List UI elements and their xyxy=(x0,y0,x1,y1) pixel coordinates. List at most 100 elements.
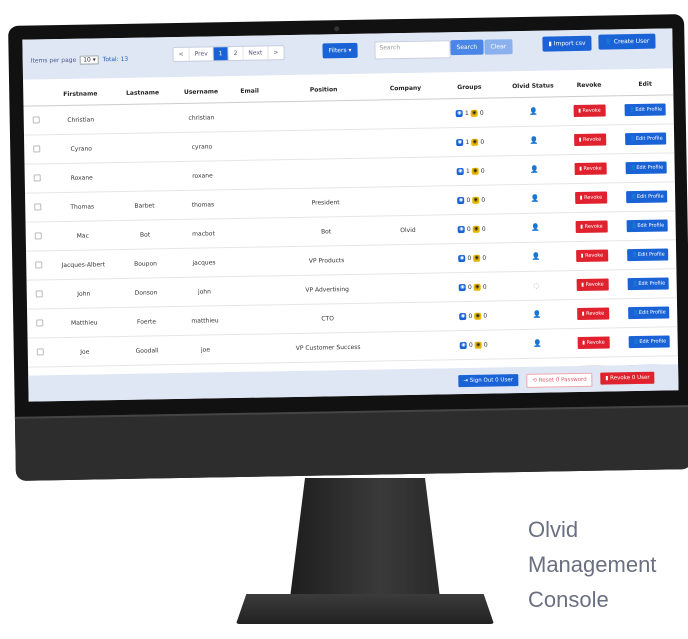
pager-page-2[interactable]: 2 xyxy=(228,46,244,61)
pager-next[interactable]: Next xyxy=(243,46,269,60)
cell-email xyxy=(231,188,273,219)
groups-badges: ◉0◉0 xyxy=(458,254,487,263)
col-username[interactable]: Username xyxy=(172,80,230,104)
revoke-button[interactable]: ▮ Revoke xyxy=(575,249,609,263)
status-active-icon: 👤 xyxy=(532,339,542,348)
cell-position xyxy=(270,99,378,131)
group-count-2: 0 xyxy=(483,312,488,320)
search-button[interactable]: Search xyxy=(450,39,484,56)
cell-email xyxy=(229,101,271,132)
group-count-1: 0 xyxy=(468,312,473,320)
status-active-icon: 👤 xyxy=(531,252,541,261)
cell-position xyxy=(271,157,379,189)
cell-revoke: ▮ Revoke xyxy=(564,269,621,300)
row-checkbox[interactable] xyxy=(33,144,41,153)
group-count-2: 0 xyxy=(482,254,487,262)
cell-company xyxy=(377,99,435,129)
revoke-users-button[interactable]: ▮ Revoke 0 User xyxy=(600,371,655,385)
cell-revoke: ▮ Revoke xyxy=(563,211,620,242)
items-per-page-select[interactable]: 10 ▾ xyxy=(80,55,99,65)
group-yellow-icon: ◉ xyxy=(474,312,482,320)
cell-username: joe xyxy=(176,334,235,365)
row-checkbox[interactable] xyxy=(35,289,43,297)
col-position[interactable]: Position xyxy=(269,77,378,102)
pager-last[interactable]: > xyxy=(268,46,283,59)
revoke-button[interactable]: ▮ Revoke xyxy=(577,336,610,350)
row-select xyxy=(23,105,49,136)
edit-profile-button[interactable]: 👤Edit Profile xyxy=(626,219,669,233)
revoke-button[interactable]: ▮ Revoke xyxy=(574,191,608,205)
col-lastname[interactable]: Lastname xyxy=(112,81,173,105)
revoke-button[interactable]: ▮ Revoke xyxy=(576,278,609,292)
pager-prev[interactable]: Prev xyxy=(189,47,214,61)
toolbar: Items per page 10 ▾ Total: 13 < Prev 1 2… xyxy=(22,28,673,80)
edit-profile-button[interactable]: 👤Edit Profile xyxy=(625,161,668,175)
pager-page-1[interactable]: 1 xyxy=(213,47,229,61)
row-checkbox[interactable] xyxy=(35,260,43,268)
search-input[interactable]: Search xyxy=(374,40,451,60)
cell-email xyxy=(231,217,273,248)
edit-profile-button[interactable]: 👤Edit Profile xyxy=(629,335,671,349)
camera xyxy=(334,26,340,32)
edit-label: Edit Profile xyxy=(638,280,666,287)
group-count-1: 1 xyxy=(464,109,469,117)
edit-profile-button[interactable]: 👤Edit Profile xyxy=(624,103,667,117)
groups-badges: ◉ 1 ◉ 0 xyxy=(456,139,484,147)
revoke-button[interactable]: ▮ Revoke xyxy=(575,220,608,234)
edit-label: Edit Profile xyxy=(636,193,664,200)
row-checkbox[interactable] xyxy=(34,202,42,211)
group-count-1: 0 xyxy=(466,196,471,204)
cell-edit: 👤Edit Profile xyxy=(621,326,678,357)
group-yellow-icon: ◉ xyxy=(471,167,479,175)
row-checkbox[interactable] xyxy=(32,115,40,124)
create-user-button[interactable]: 👤 Create User xyxy=(598,33,656,50)
col-groups[interactable]: Groups xyxy=(433,75,506,100)
reset-password-button[interactable]: ⟲ Reset 0 Password xyxy=(526,372,593,388)
cell-edit: 👤Edit Profile xyxy=(617,94,674,125)
pager-first[interactable]: < xyxy=(173,47,190,62)
edit-profile-button[interactable]: 👤Edit Profile xyxy=(626,190,668,204)
revoke-button[interactable]: ▮ Revoke xyxy=(576,307,610,321)
col-company[interactable]: Company xyxy=(377,76,434,100)
edit-profile-button[interactable]: 👤Edit Profile xyxy=(628,306,670,320)
status-active-icon: 👤 xyxy=(529,165,539,174)
row-checkbox[interactable] xyxy=(36,318,44,326)
cell-firstname: Thomas xyxy=(49,191,115,222)
group-blue-icon: ◉ xyxy=(457,225,466,234)
group-count-1: 0 xyxy=(467,283,472,291)
cell-username: macbot xyxy=(174,218,233,249)
revoke-label: Revoke xyxy=(582,136,602,143)
groups-badges: ◉0◉0 xyxy=(459,312,488,321)
row-checkbox[interactable] xyxy=(34,231,42,240)
edit-profile-button[interactable]: 👤Edit Profile xyxy=(625,132,667,146)
filters-button[interactable]: Filters ▾ xyxy=(322,42,358,59)
group-blue-icon: ◉ xyxy=(456,139,464,147)
cell-status: ◌ xyxy=(508,270,565,301)
cell-position: VP Products xyxy=(272,244,381,276)
cell-company xyxy=(381,330,439,361)
monitor: Items per page 10 ▾ Total: 13 < Prev 1 2… xyxy=(8,14,688,481)
revoke-button[interactable]: ▮ Revoke xyxy=(574,162,607,176)
import-csv-button[interactable]: ▮ Import csv xyxy=(542,35,592,52)
col-email[interactable]: Email xyxy=(229,79,271,103)
row-checkbox[interactable] xyxy=(36,347,44,355)
cell-edit: 👤Edit Profile xyxy=(618,152,675,183)
cell-position: VP Customer Success xyxy=(274,331,383,363)
col-firstname[interactable]: Firstname xyxy=(48,82,113,106)
edit-profile-button[interactable]: 👤Edit Profile xyxy=(627,248,669,262)
cell-position: VP Advertising xyxy=(273,273,382,305)
revoke-label: Revoke xyxy=(584,223,603,230)
revoke-button[interactable]: ▮ Revoke xyxy=(573,104,606,118)
file-icon: ▮ xyxy=(548,40,552,48)
cell-status: 👤 xyxy=(505,96,562,127)
revoke-button[interactable]: ▮ Revoke xyxy=(573,133,607,147)
row-checkbox[interactable] xyxy=(33,173,41,182)
clear-button[interactable]: Clear xyxy=(484,39,513,55)
cell-lastname: Goodall xyxy=(116,335,178,366)
cell-status: 👤 xyxy=(508,299,566,330)
cell-groups: ◉ 1 ◉ 0 xyxy=(433,97,506,129)
row-select xyxy=(27,308,53,339)
sign-out-button[interactable]: ⇥ Sign Out 0 User xyxy=(458,374,519,388)
revoke-users-label: Revoke 0 User xyxy=(610,374,650,382)
edit-profile-button[interactable]: 👤Edit Profile xyxy=(627,277,670,291)
